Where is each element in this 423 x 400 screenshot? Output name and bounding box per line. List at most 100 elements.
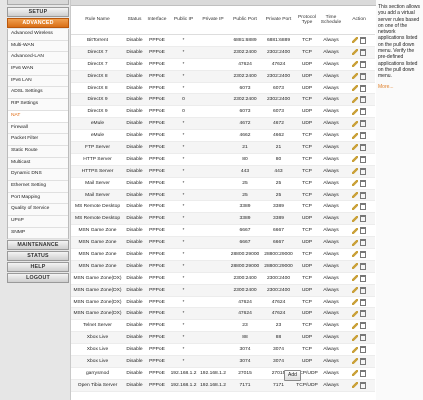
- sidebar-item-multi-wan[interactable]: Multi-WAN: [8, 40, 68, 53]
- advanced-submenu: Advanced Wireless Multi-WAN Advanced-LAN IP…: [7, 29, 69, 240]
- delete-icon[interactable]: [360, 108, 366, 116]
- edit-icon[interactable]: [352, 346, 358, 353]
- cell-protocol: TCP: [295, 165, 319, 178]
- cell-rule-name: DirectX 7: [71, 58, 124, 71]
- cell-action: [343, 343, 375, 357]
- sidebar-item-snmp[interactable]: SNMP: [8, 227, 68, 240]
- delete-icon[interactable]: [360, 72, 366, 80]
- delete-icon[interactable]: [360, 346, 366, 354]
- sidebar-item-quality-of-service[interactable]: Quality of Service: [8, 204, 68, 216]
- edit-icon[interactable]: [352, 85, 358, 91]
- edit-icon[interactable]: [352, 358, 358, 365]
- sidebar-item-advanced-lan[interactable]: Advanced-LAN: [8, 52, 68, 65]
- delete-icon[interactable]: [360, 381, 366, 389]
- nav-setup-button[interactable]: SETUP: [7, 7, 69, 17]
- delete-icon[interactable]: [360, 191, 366, 199]
- cell-private-port: 3074: [262, 343, 295, 357]
- edit-icon[interactable]: [352, 310, 358, 317]
- edit-icon[interactable]: [352, 334, 358, 341]
- edit-icon[interactable]: [352, 49, 358, 56]
- delete-icon[interactable]: [360, 250, 366, 258]
- sidebar-item-multicast[interactable]: Multicast: [8, 157, 68, 170]
- add-button[interactable]: Add: [284, 370, 301, 381]
- edit-icon[interactable]: [352, 180, 358, 187]
- delete-icon[interactable]: [360, 322, 366, 330]
- delete-icon[interactable]: [360, 132, 366, 140]
- edit-icon[interactable]: [352, 203, 358, 210]
- edit-icon[interactable]: [352, 168, 358, 175]
- delete-icon[interactable]: [360, 155, 366, 163]
- edit-icon[interactable]: [352, 382, 358, 389]
- cell-interface: PPPoE: [145, 105, 169, 119]
- edit-icon[interactable]: [352, 370, 358, 377]
- sidebar-item-upnp[interactable]: UPnP: [8, 216, 68, 228]
- edit-icon[interactable]: [352, 239, 358, 246]
- delete-icon[interactable]: [360, 239, 366, 247]
- delete-icon[interactable]: [360, 60, 366, 68]
- sidebar-item-ethernet-setting[interactable]: Ethernet Setting: [8, 180, 68, 193]
- sidebar-item-adsl-settings[interactable]: ADSL Settings: [8, 87, 68, 100]
- nav-status-button[interactable]: STATUS: [7, 251, 69, 262]
- delete-icon[interactable]: [360, 36, 366, 44]
- sidebar-item-static-route[interactable]: Static Route: [8, 145, 68, 158]
- edit-icon[interactable]: [352, 275, 358, 282]
- edit-icon[interactable]: [352, 192, 358, 199]
- nav-logout-button[interactable]: LOGOUT: [7, 273, 69, 284]
- cell-schedule: Always: [319, 212, 343, 226]
- edit-icon[interactable]: [352, 108, 358, 115]
- delete-icon[interactable]: [360, 215, 366, 223]
- sidebar-item-rip-settings[interactable]: RIP Settings: [8, 99, 68, 111]
- sidebar-item-firewall[interactable]: Firewall: [8, 122, 68, 135]
- sidebar-item-nat[interactable]: NAT: [8, 110, 68, 123]
- delete-icon[interactable]: [360, 167, 366, 175]
- column-header-public-ip: Public IP: [169, 6, 198, 35]
- delete-icon[interactable]: [360, 369, 366, 377]
- edit-icon[interactable]: [352, 227, 358, 234]
- edit-icon[interactable]: [352, 132, 358, 139]
- more-link[interactable]: More...: [378, 84, 423, 90]
- cell-public-ip: *: [169, 153, 198, 166]
- nav-help-button[interactable]: HELP: [7, 262, 69, 273]
- edit-icon[interactable]: [352, 215, 358, 222]
- delete-icon[interactable]: [360, 84, 366, 92]
- table-row: MS Remote Desktop Disable PPPoE * 3389 3389 TC…: [71, 200, 375, 214]
- nav-advanced-button[interactable]: ADVANCED: [7, 18, 69, 28]
- delete-icon[interactable]: [360, 286, 366, 294]
- delete-icon[interactable]: [360, 334, 366, 342]
- delete-icon[interactable]: [360, 143, 366, 151]
- edit-icon[interactable]: [352, 73, 358, 80]
- cell-rule-name: MSN Game Zone: [71, 236, 124, 250]
- cell-protocol: UDP: [295, 105, 319, 119]
- delete-icon[interactable]: [360, 96, 366, 104]
- sidebar-item-packet-filter[interactable]: Packet Filter: [8, 134, 68, 146]
- edit-icon[interactable]: [352, 251, 358, 258]
- delete-icon[interactable]: [360, 262, 366, 270]
- delete-icon[interactable]: [360, 298, 366, 306]
- delete-icon[interactable]: [360, 227, 366, 235]
- edit-icon[interactable]: [352, 322, 358, 329]
- edit-icon[interactable]: [352, 299, 358, 306]
- delete-icon[interactable]: [360, 310, 366, 318]
- sidebar-item-advanced-wireless[interactable]: Advanced Wireless: [8, 29, 68, 41]
- edit-icon[interactable]: [352, 120, 358, 127]
- edit-icon[interactable]: [352, 96, 358, 103]
- delete-icon[interactable]: [360, 120, 366, 128]
- sidebar-item-dynamic-dns[interactable]: Dynamic DNS: [8, 169, 68, 181]
- edit-icon[interactable]: [352, 287, 358, 294]
- edit-icon[interactable]: [352, 37, 358, 44]
- edit-icon[interactable]: [352, 61, 358, 68]
- delete-icon[interactable]: [360, 179, 366, 187]
- delete-icon[interactable]: [360, 357, 366, 365]
- edit-icon[interactable]: [352, 156, 358, 163]
- delete-icon[interactable]: [360, 203, 366, 211]
- sidebar-item-ipv6-wan[interactable]: IPv6 WAN: [8, 64, 68, 76]
- delete-icon[interactable]: [360, 274, 366, 282]
- edit-icon[interactable]: [352, 144, 358, 151]
- delete-icon[interactable]: [360, 48, 366, 56]
- edit-icon[interactable]: [352, 263, 358, 270]
- sidebar-item-port-mapping[interactable]: Port Mapping: [8, 192, 68, 205]
- cell-rule-name: FTP Server: [71, 141, 124, 154]
- cell-private-port: 2300:2400: [262, 284, 295, 297]
- sidebar-item-ipv6-lan[interactable]: IPv6 LAN: [8, 75, 68, 88]
- nav-maintenance-button[interactable]: MAINTENANCE: [7, 240, 69, 251]
